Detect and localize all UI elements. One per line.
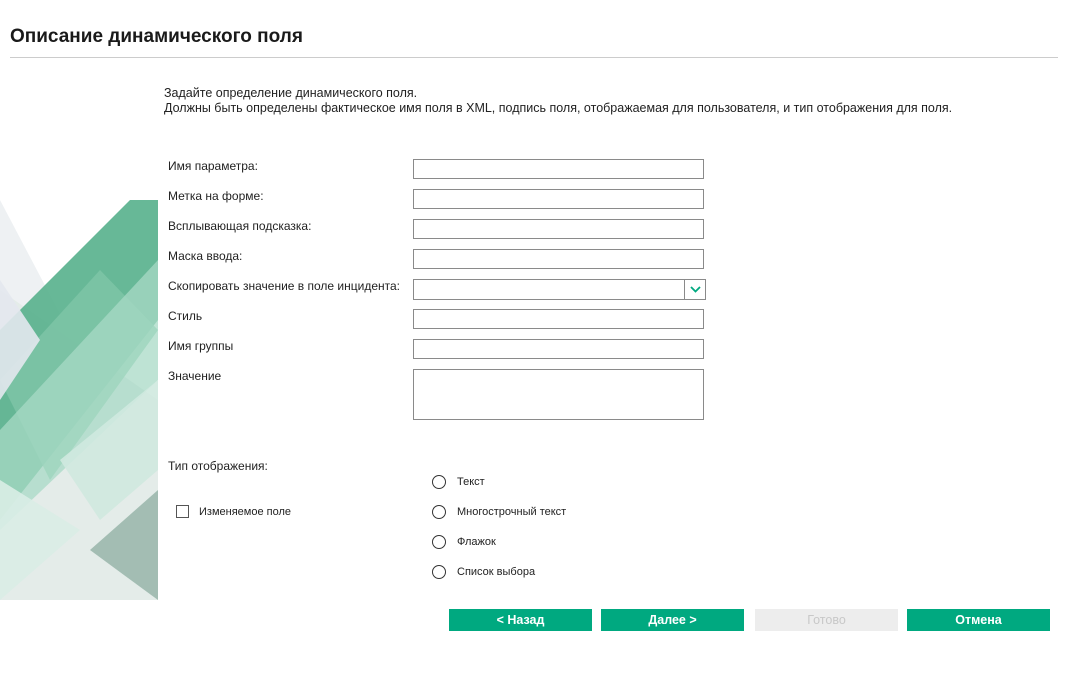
display-type-radio-text[interactable] xyxy=(432,475,446,489)
style-input[interactable] xyxy=(413,309,704,329)
group-name-input[interactable] xyxy=(413,339,704,359)
back-button[interactable]: < Назад xyxy=(449,609,592,631)
page-title: Описание динамического поля xyxy=(10,26,303,47)
chevron-down-icon[interactable] xyxy=(684,280,705,299)
cancel-button[interactable]: Отмена xyxy=(907,609,1050,631)
form-label-input[interactable] xyxy=(413,189,704,209)
display-type-radio-multiline[interactable] xyxy=(432,505,446,519)
input-mask-label: Маска ввода: xyxy=(168,249,243,263)
finish-button: Готово xyxy=(755,609,898,631)
display-type-option-picklist[interactable]: Список выбора xyxy=(432,565,535,579)
display-type-label-checkbox: Флажок xyxy=(457,536,496,548)
decorative-graphic xyxy=(0,200,158,600)
display-type-option-checkbox[interactable]: Флажок xyxy=(432,535,496,549)
tooltip-label: Всплывающая подсказка: xyxy=(168,219,312,233)
param-name-input[interactable] xyxy=(413,159,704,179)
intro-line-2: Должны быть определены фактическое имя п… xyxy=(164,101,953,115)
value-textarea[interactable] xyxy=(413,369,704,420)
display-type-option-text[interactable]: Текст xyxy=(432,475,485,489)
copy-to-incident-select[interactable] xyxy=(413,279,706,300)
next-button[interactable]: Далее > xyxy=(601,609,744,631)
display-type-option-multiline[interactable]: Многострочный текст xyxy=(432,505,566,519)
group-name-label: Имя группы xyxy=(168,339,234,353)
intro-text: Задайте определение динамического поля. … xyxy=(164,86,952,116)
display-type-label: Тип отображения: xyxy=(168,459,268,473)
copy-to-incident-label: Скопировать значение в поле инцидента: xyxy=(168,279,401,293)
form-label-label: Метка на форме: xyxy=(168,189,264,203)
display-type-radio-checkbox[interactable] xyxy=(432,535,446,549)
tooltip-input[interactable] xyxy=(413,219,704,239)
input-mask-input[interactable] xyxy=(413,249,704,269)
editable-field-checkbox[interactable] xyxy=(176,505,189,518)
display-type-label-picklist: Список выбора xyxy=(457,566,536,578)
param-name-label: Имя параметра: xyxy=(168,159,258,173)
style-label: Стиль xyxy=(168,309,203,323)
value-label: Значение xyxy=(168,369,222,383)
editable-field-option[interactable]: Изменяемое поле xyxy=(176,505,291,518)
title-divider xyxy=(10,57,1058,58)
display-type-label-multiline: Многострочный текст xyxy=(457,506,567,518)
intro-line-1: Задайте определение динамического поля. xyxy=(164,86,418,100)
display-type-label-text: Текст xyxy=(457,476,485,488)
display-type-radio-picklist[interactable] xyxy=(432,565,446,579)
editable-field-label: Изменяемое поле xyxy=(199,505,292,518)
